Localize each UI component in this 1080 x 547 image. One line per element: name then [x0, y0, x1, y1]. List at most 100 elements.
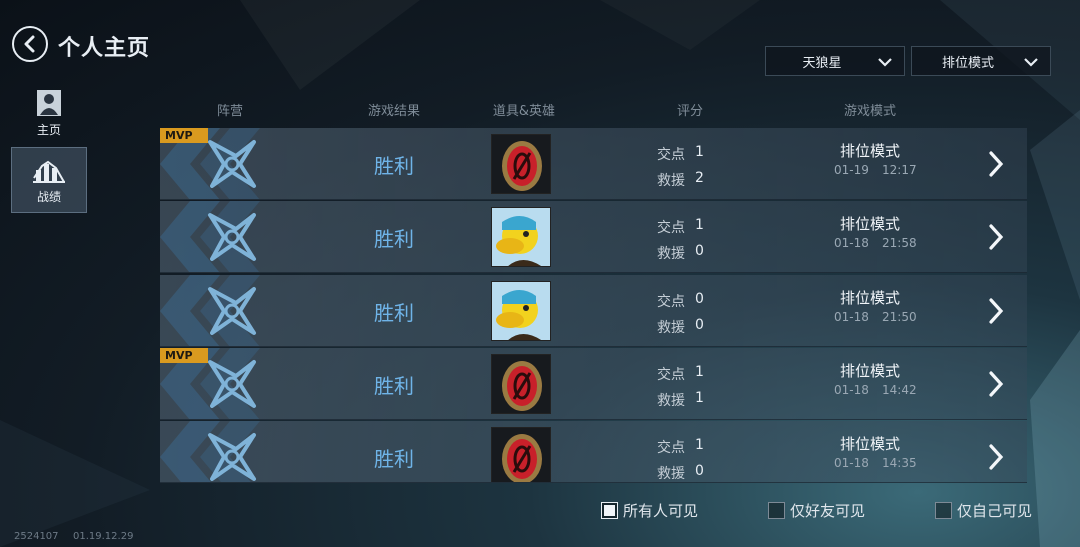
score-row: 交点 1	[657, 437, 704, 457]
item-hero-image	[491, 354, 551, 414]
score-row: 交点 1	[657, 364, 704, 384]
table-row[interactable]: 胜利 交点 1 救援 0 排位模式 01-18 21:58	[160, 201, 1027, 273]
result-text: 胜利	[374, 154, 414, 178]
item-hero-image	[491, 134, 551, 194]
score-row: 交点 1	[657, 217, 704, 237]
chevron-right-icon[interactable]	[986, 150, 1006, 178]
result-text: 胜利	[374, 301, 414, 325]
column-header-result: 游戏结果	[367, 104, 420, 119]
match-date: 01-18	[834, 236, 869, 250]
score-value: 1	[695, 364, 704, 380]
red-emblem-icon	[492, 135, 550, 193]
result-text: 胜利	[374, 227, 414, 251]
person-icon	[37, 89, 61, 116]
score-value: 0	[695, 317, 704, 333]
chevron-right-icon[interactable]	[986, 223, 1006, 251]
chevron-right-icon[interactable]	[986, 297, 1006, 325]
match-time: 21:58	[882, 236, 917, 250]
score-value: 1	[695, 144, 704, 160]
column-header-item-hero: 道具&英雄	[492, 104, 556, 119]
mode-text: 排位模式	[839, 215, 900, 233]
item-hero-image	[491, 427, 551, 482]
score-label: 交点	[657, 220, 685, 236]
result-text: 胜利	[374, 447, 414, 471]
score-label: 救援	[657, 466, 685, 482]
mvp-badge: MVP	[160, 128, 208, 143]
table-row[interactable]: 胜利 交点 0 救援 0 排位模式 01-18 21:50	[160, 275, 1027, 347]
mode-dropdown[interactable]: 排位模式	[911, 46, 1051, 76]
column-header-score: 评分	[676, 104, 703, 119]
footer-id: 2524107	[14, 531, 59, 542]
camp-shuriken-icon	[208, 213, 256, 261]
chevron-right-icon[interactable]	[986, 370, 1006, 398]
match-date: 01-18	[834, 383, 869, 397]
camp-shuriken-icon	[208, 287, 256, 335]
mode-text: 排位模式	[839, 142, 900, 160]
mode-text: 排位模式	[839, 362, 900, 380]
sidebar-item-label: 主页	[36, 122, 61, 137]
score-label: 交点	[657, 147, 685, 163]
match-time: 14:42	[882, 383, 917, 397]
table-row[interactable]: 胜利 交点 1 救援 0 排位模式 01-18 14:35	[160, 421, 1027, 483]
score-label: 交点	[657, 294, 685, 310]
score-value: 2	[695, 170, 704, 186]
score-value: 1	[695, 437, 704, 453]
visibility-label: 仅好友可见	[790, 502, 866, 520]
score-label: 救援	[657, 246, 685, 262]
score-label: 救援	[657, 173, 685, 189]
score-value: 1	[695, 390, 704, 406]
red-emblem-icon	[492, 355, 550, 413]
score-row: 交点 1	[657, 144, 704, 164]
season-dropdown[interactable]: 天狼星	[765, 46, 905, 76]
column-header-mode: 游戏模式	[843, 104, 896, 119]
checkbox[interactable]	[935, 502, 952, 519]
mode-text: 排位模式	[839, 289, 900, 307]
checkbox[interactable]	[601, 502, 618, 519]
camp-shuriken-icon	[208, 140, 256, 188]
result-text: 胜利	[374, 374, 414, 398]
mode-text: 排位模式	[839, 435, 900, 453]
sidebar-item-label: 战绩	[36, 189, 61, 204]
visibility-self[interactable]: 仅自己可见	[935, 500, 1032, 521]
visibility-label: 所有人可见	[623, 502, 699, 520]
score-row: 救援 0	[657, 243, 704, 263]
score-row: 救援 0	[657, 317, 704, 337]
score-row: 救援 2	[657, 170, 704, 190]
red-emblem-icon	[492, 428, 550, 482]
score-value: 0	[695, 291, 704, 307]
chevron-down-icon	[878, 58, 892, 67]
duck-avatar-icon	[492, 208, 550, 266]
chevron-right-icon[interactable]	[986, 443, 1006, 471]
chevron-down-icon	[1024, 58, 1038, 67]
bar-chart-icon	[33, 160, 65, 183]
score-value: 1	[695, 217, 704, 233]
score-label: 救援	[657, 320, 685, 336]
footer-timestamp: 01.19.12.29	[73, 531, 134, 542]
checkbox[interactable]	[768, 502, 785, 519]
score-label: 交点	[657, 440, 685, 456]
table-row[interactable]: MVP 胜利 交点 1 救援 2 排位模式 01-19 12:17	[160, 128, 1027, 200]
visibility-all[interactable]: 所有人可见	[601, 500, 698, 521]
match-time: 14:35	[882, 456, 917, 470]
item-hero-image	[491, 281, 551, 341]
camp-shuriken-icon	[208, 433, 256, 481]
match-date: 01-18	[834, 310, 869, 324]
score-row: 交点 0	[657, 291, 704, 311]
season-dropdown-label: 天狼星	[802, 55, 842, 71]
match-date: 01-18	[834, 456, 869, 470]
mvp-badge: MVP	[160, 348, 208, 363]
table-row[interactable]: MVP 胜利 交点 1 救援 1 排位模式 01-18 14:42	[160, 348, 1027, 420]
match-time: 12:17	[882, 163, 917, 177]
chevron-left-icon	[24, 35, 35, 53]
sidebar-item-records[interactable]: 战绩	[11, 147, 87, 213]
back-button[interactable]	[12, 26, 48, 62]
score-label: 救援	[657, 393, 685, 409]
score-value: 0	[695, 243, 704, 259]
camp-shuriken-icon	[208, 360, 256, 408]
score-label: 交点	[657, 367, 685, 383]
visibility-friends[interactable]: 仅好友可见	[768, 500, 865, 521]
page-title: 个人主页	[58, 36, 151, 61]
sidebar-item-home[interactable]: 主页	[11, 80, 87, 146]
match-date: 01-19	[834, 163, 869, 177]
column-header-camp: 阵营	[216, 104, 243, 119]
